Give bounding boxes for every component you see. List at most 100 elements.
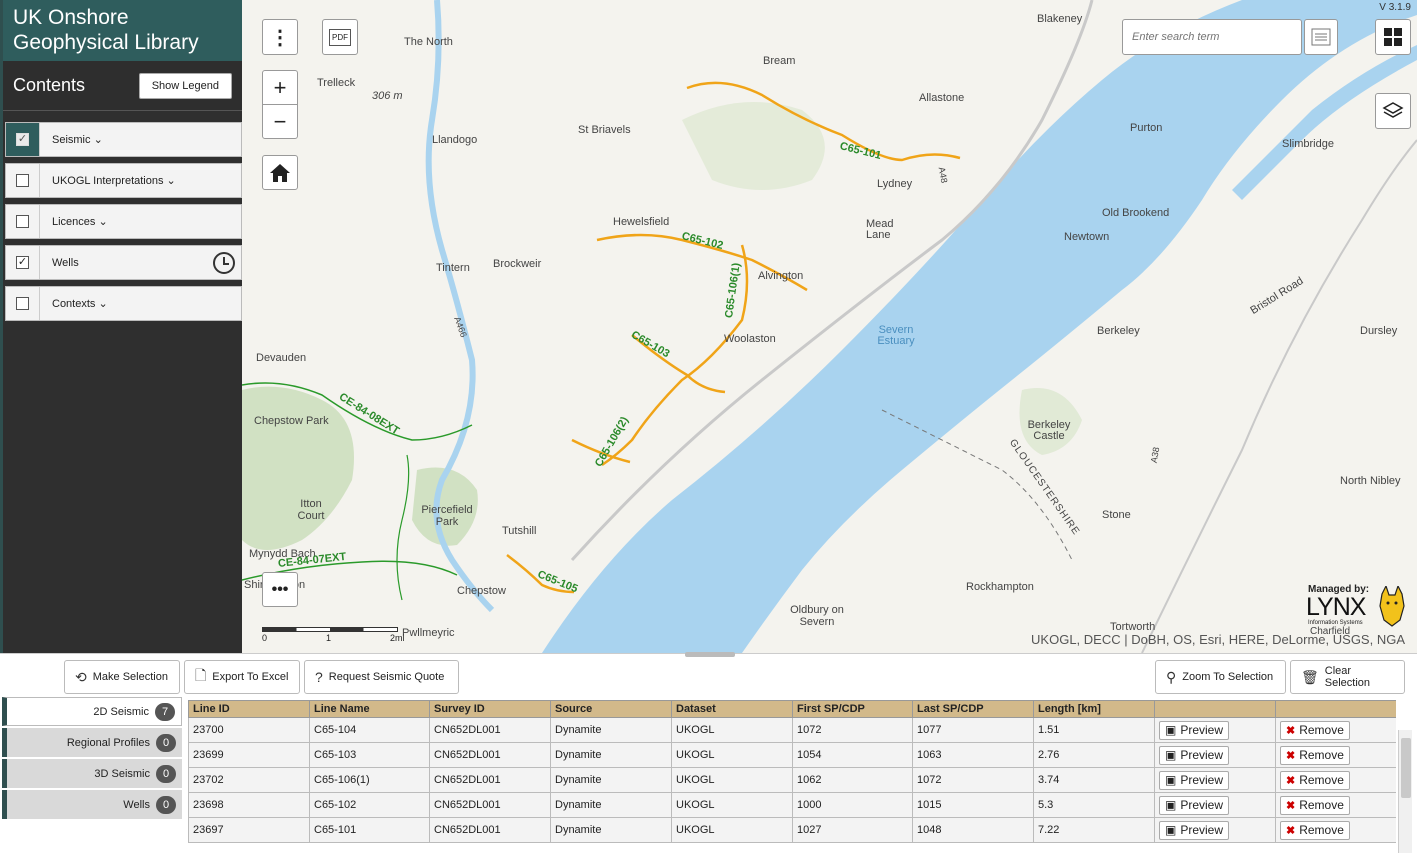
- chevron-down-icon: ⌄: [93, 134, 103, 146]
- contents-title: Contents: [13, 75, 86, 95]
- layer-licences-checkbox[interactable]: [6, 205, 40, 238]
- make-selection-button[interactable]: ⟲ Make Selection: [64, 660, 180, 694]
- layer-wells-checkbox[interactable]: ✓: [6, 246, 40, 279]
- close-icon: ✖: [1286, 824, 1296, 837]
- pdf-export-button[interactable]: PDF: [322, 19, 358, 55]
- column-header[interactable]: Survey ID: [429, 700, 551, 718]
- layer-contexts[interactable]: Contexts ⌄: [5, 286, 242, 321]
- show-legend-button[interactable]: Show Legend: [138, 72, 232, 99]
- tab-regional-profiles[interactable]: Regional Profiles 0: [2, 728, 182, 757]
- place-label: St Briavels: [578, 124, 631, 136]
- more-options-icon[interactable]: ⋮: [262, 19, 298, 55]
- search-results-button[interactable]: [1304, 19, 1338, 55]
- column-header[interactable]: Last SP/CDP: [912, 700, 1034, 718]
- layer-wells[interactable]: ✓ Wells: [5, 245, 242, 280]
- request-quote-button[interactable]: ? Request Seismic Quote: [304, 660, 459, 694]
- table-cell: 1054: [792, 742, 913, 768]
- remove-button[interactable]: ✖ Remove: [1280, 745, 1350, 765]
- column-header[interactable]: [1154, 700, 1276, 718]
- clear-selection-label: Clear Selection: [1324, 665, 1371, 689]
- remove-button[interactable]: ✖ Remove: [1280, 720, 1350, 740]
- column-header[interactable]: Line Name: [309, 700, 430, 718]
- remove-button[interactable]: ✖ Remove: [1280, 820, 1350, 840]
- image-icon: ▣: [1165, 823, 1177, 837]
- place-label: Newtown: [1064, 231, 1110, 243]
- search-icon: ⚲: [1166, 668, 1177, 685]
- remove-button[interactable]: ✖ Remove: [1280, 795, 1350, 815]
- grid-icon: [1384, 28, 1402, 46]
- place-label: Purton: [1130, 122, 1163, 134]
- table-row[interactable]: 23700 C65-104 CN652DL001 Dynamite UKOGL 1072 1…: [188, 717, 1396, 743]
- tab-wells[interactable]: Wells 0: [2, 790, 182, 819]
- basemap-gallery-button[interactable]: [1375, 19, 1411, 55]
- table-row[interactable]: 23697 C65-101 CN652DL001 Dynamite UKOGL 1027 1…: [188, 817, 1396, 843]
- preview-button[interactable]: ▣ Preview: [1159, 745, 1230, 765]
- close-icon: ✖: [1286, 774, 1296, 787]
- lynx-logo: Managed by: LYNX Information Systems: [1306, 584, 1406, 632]
- preview-button[interactable]: ▣ Preview: [1159, 720, 1230, 740]
- export-excel-button[interactable]: 🗋 Export To Excel: [184, 660, 300, 694]
- search-input[interactable]: [1122, 19, 1302, 55]
- preview-button[interactable]: ▣ Preview: [1159, 770, 1230, 790]
- column-header[interactable]: Dataset: [671, 700, 793, 718]
- layer-contexts-checkbox[interactable]: [6, 287, 40, 320]
- table-cell: UKOGL: [671, 817, 793, 843]
- make-selection-label: Make Selection: [92, 671, 168, 683]
- table-scrollbar[interactable]: [1398, 730, 1412, 853]
- layer-ukogl-interpretations[interactable]: UKOGL Interpretations ⌄: [5, 163, 242, 198]
- table-cell: 1027: [792, 817, 913, 843]
- table-cell: Dynamite: [550, 742, 672, 768]
- clear-selection-button[interactable]: 🗑 Clear Selection: [1290, 660, 1405, 694]
- table-cell: Dynamite: [550, 767, 672, 793]
- preview-button[interactable]: ▣ Preview: [1159, 820, 1230, 840]
- more-tools-icon[interactable]: •••: [262, 572, 298, 607]
- layer-seismic[interactable]: ✓ Seismic ⌄: [5, 122, 242, 157]
- column-header[interactable]: Length [km]: [1033, 700, 1155, 718]
- place-label: Dursley: [1360, 325, 1398, 337]
- table-header-row: Line ID Line Name Survey ID Source Dataset Fi…: [188, 700, 1396, 718]
- preview-button[interactable]: ▣ Preview: [1159, 795, 1230, 815]
- table-row[interactable]: 23702 C65-106(1) CN652DL001 Dynamite UKOGL 10…: [188, 767, 1396, 793]
- column-header[interactable]: Source: [550, 700, 672, 718]
- home-button[interactable]: [262, 155, 298, 190]
- table-cell: CN652DL001: [429, 792, 551, 818]
- place-label: Stone: [1102, 509, 1131, 521]
- check-icon: ✓: [16, 256, 29, 269]
- clock-icon[interactable]: [213, 251, 235, 274]
- table-row[interactable]: 23699 C65-103 CN652DL001 Dynamite UKOGL 1054 1…: [188, 742, 1396, 768]
- column-header[interactable]: [1275, 700, 1396, 718]
- chevron-down-icon: ⌄: [166, 175, 176, 187]
- zoom-in-button[interactable]: +: [262, 70, 298, 105]
- place-label: Piercefield Park: [421, 504, 473, 528]
- layer-ukogl-interpretations-checkbox[interactable]: [6, 164, 40, 197]
- table-row[interactable]: 23698 C65-102 CN652DL001 Dynamite UKOGL 1000 1…: [188, 792, 1396, 818]
- table-cell: 5.3: [1033, 792, 1155, 818]
- tab-2d-seismic[interactable]: 2D Seismic 7: [2, 697, 182, 726]
- layer-licences[interactable]: Licences ⌄: [5, 204, 242, 239]
- place-label: Chepstow Park: [254, 415, 329, 427]
- scrollbar-thumb[interactable]: [1401, 738, 1411, 798]
- map-view[interactable]: The North Trelleck 306 m Llandogo Bream …: [242, 0, 1417, 653]
- map-basemap: [242, 0, 1417, 653]
- layer-seismic-checkbox[interactable]: ✓: [6, 123, 40, 156]
- panel-resize-handle[interactable]: [685, 652, 735, 657]
- column-header[interactable]: Line ID: [188, 700, 310, 718]
- place-label: Tutshill: [502, 525, 537, 537]
- place-label: Berkeley Castle: [1027, 419, 1071, 442]
- export-excel-label: Export To Excel: [212, 671, 289, 683]
- place-label: Pwllmeyric: [402, 627, 455, 639]
- place-label: Oldbury on Severn: [790, 604, 844, 628]
- place-label: Devauden: [256, 352, 307, 364]
- zoom-out-button[interactable]: −: [262, 104, 298, 139]
- layers-button[interactable]: [1375, 93, 1411, 129]
- remove-button[interactable]: ✖ Remove: [1280, 770, 1350, 790]
- place-label: Berkeley: [1097, 325, 1140, 337]
- zoom-to-selection-button[interactable]: ⚲ Zoom To Selection: [1155, 660, 1286, 694]
- check-icon: ✓: [16, 133, 29, 146]
- place-label: Slimbridge: [1282, 138, 1334, 150]
- table-cell: UKOGL: [671, 717, 793, 743]
- scale-label-0: 0: [262, 633, 268, 643]
- column-header[interactable]: First SP/CDP: [792, 700, 913, 718]
- tab-3d-seismic[interactable]: 3D Seismic 0: [2, 759, 182, 788]
- table-cell: C65-102: [309, 792, 430, 818]
